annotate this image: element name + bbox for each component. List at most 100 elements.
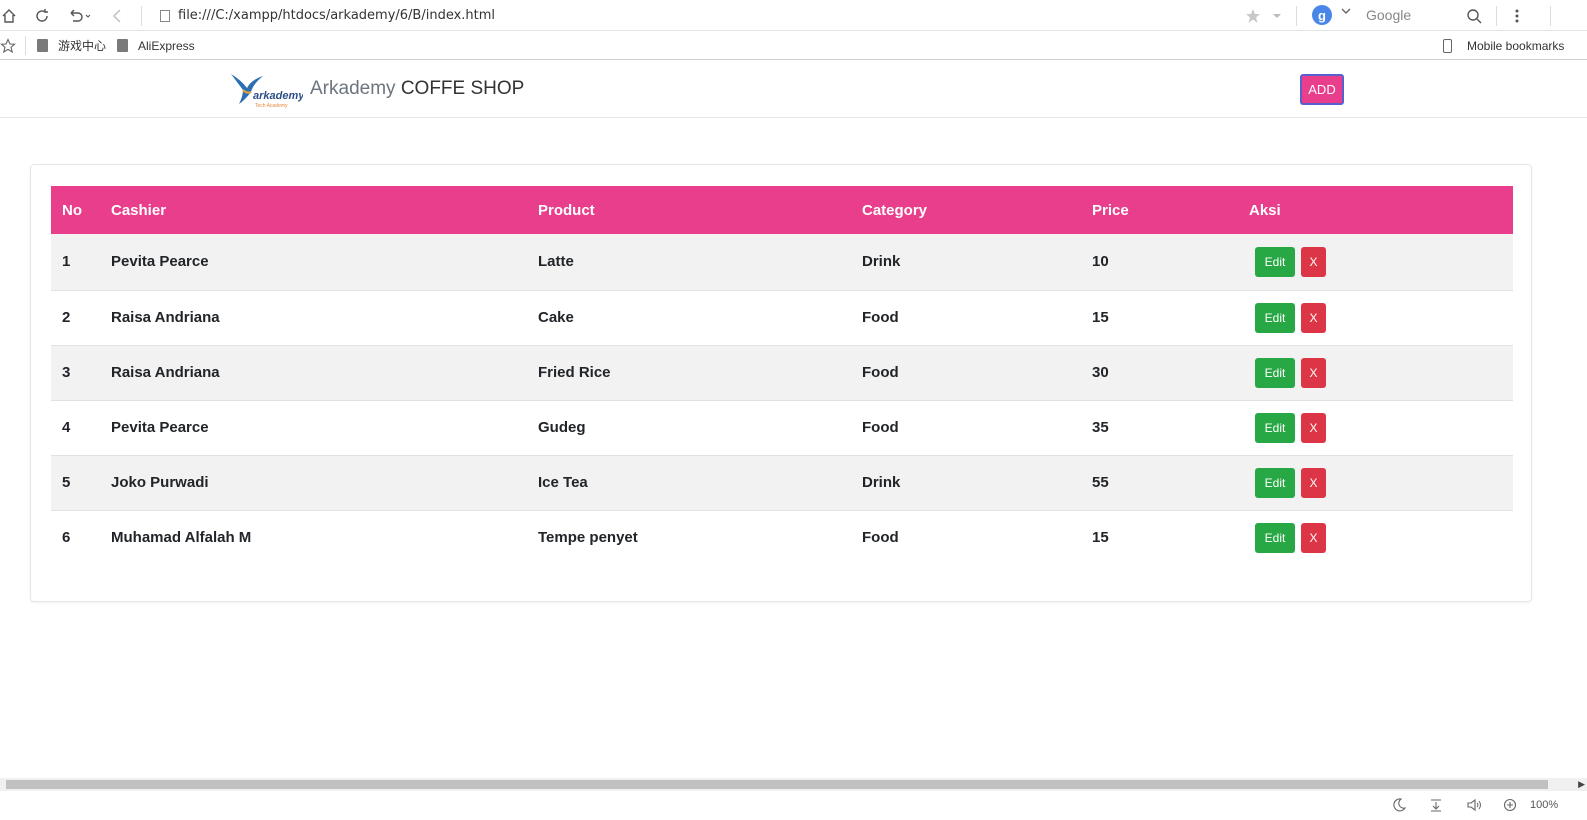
download-icon[interactable]	[1429, 798, 1443, 815]
logo-text: arkademy	[253, 90, 303, 102]
cell-price: 30	[1092, 364, 1109, 381]
cell-no: 5	[62, 474, 71, 491]
edit-button[interactable]: Edit	[1255, 302, 1295, 333]
reload-icon[interactable]	[32, 0, 52, 31]
search-engine-icon[interactable]: g	[1312, 5, 1332, 25]
cell-actions: Edit X	[1238, 510, 1513, 565]
cell-no: 4	[62, 419, 71, 436]
orders-card: No Cashier Product Category Price Aksi 1…	[30, 164, 1532, 602]
mobile-bookmarks[interactable]: Mobile bookmarks	[1443, 31, 1564, 60]
cell-price: 35	[1092, 419, 1109, 436]
page-icon	[117, 39, 128, 52]
cell-cashier: Muhamad Alfalah M	[111, 529, 252, 547]
edit-button[interactable]: Edit	[1255, 522, 1295, 553]
table-row: 6 Muhamad Alfalah M Tempe penyet Food 15…	[51, 510, 1513, 565]
night-mode-icon[interactable]	[1392, 798, 1407, 815]
zoom-level[interactable]: 100%	[1530, 799, 1558, 811]
file-icon	[160, 9, 170, 22]
bookmark-item[interactable]: 游戏中心	[37, 31, 106, 60]
cell-price: 10	[1092, 253, 1109, 271]
edit-button[interactable]: Edit	[1255, 357, 1295, 388]
toolbar-divider	[1550, 6, 1551, 26]
cell-category: Food	[862, 529, 899, 547]
bookmark-item[interactable]: AliExpress	[117, 31, 195, 60]
delete-button[interactable]: X	[1301, 357, 1326, 388]
cell-no: 3	[62, 364, 71, 381]
header-aksi: Aksi	[1249, 201, 1281, 219]
table-row: 3 Raisa Andriana Fried Rice Food 30 Edit…	[51, 345, 1513, 400]
cell-no: 1	[62, 253, 71, 271]
mobile-bookmarks-label: Mobile bookmarks	[1467, 38, 1565, 53]
cell-category: Drink	[862, 253, 901, 271]
orders-table: No Cashier Product Category Price Aksi 1…	[51, 186, 1513, 565]
search-icon[interactable]	[1464, 0, 1484, 31]
delete-button[interactable]: X	[1301, 246, 1326, 277]
cell-cashier: Raisa Andriana	[111, 309, 220, 326]
menu-icon[interactable]	[1507, 0, 1527, 31]
back-icon[interactable]	[108, 0, 126, 31]
cell-price: 15	[1092, 309, 1109, 326]
edit-button[interactable]: Edit	[1255, 467, 1295, 498]
edit-button[interactable]: Edit	[1255, 246, 1295, 277]
mobile-icon	[1443, 38, 1452, 53]
search-engine-chevron-icon[interactable]	[1340, 5, 1352, 20]
brand-name: Arkademy	[310, 78, 396, 99]
zoom-icon[interactable]	[1503, 798, 1517, 815]
delete-button[interactable]: X	[1301, 467, 1326, 498]
cell-price: 15	[1092, 529, 1109, 547]
cell-no: 6	[62, 529, 71, 547]
cell-category: Food	[862, 364, 899, 381]
delete-button[interactable]: X	[1301, 412, 1326, 443]
cell-product: Gudeg	[538, 419, 586, 436]
cell-product: Fried Rice	[538, 364, 611, 381]
arkademy-logo[interactable]: arkademy Tech Academy	[229, 70, 305, 110]
bookmark-label: AliExpress	[138, 38, 195, 53]
table-row: 2 Raisa Andriana Cake Food 15 Edit X	[51, 290, 1513, 345]
bookmark-star-icon[interactable]	[1243, 0, 1263, 31]
cell-cashier: Pevita Pearce	[111, 419, 209, 436]
cell-cashier: Pevita Pearce	[111, 253, 209, 271]
bookmark-label: 游戏中心	[58, 39, 107, 53]
cell-actions: Edit X	[1238, 290, 1513, 345]
volume-icon[interactable]	[1466, 798, 1484, 815]
add-button[interactable]: ADD	[1300, 74, 1344, 105]
cell-product: Latte	[538, 253, 574, 271]
edit-button[interactable]: Edit	[1255, 412, 1295, 443]
scrollbar-thumb[interactable]	[6, 780, 1548, 789]
header-category: Category	[862, 201, 928, 219]
horizontal-scrollbar[interactable]: ▶	[0, 778, 1587, 791]
cell-category: Drink	[862, 474, 901, 491]
cell-product: Cake	[538, 309, 574, 326]
search-input[interactable]: Google	[1366, 7, 1411, 23]
table-header-row: No Cashier Product Category Price Aksi	[51, 186, 1513, 234]
logo-subtext: Tech Academy	[255, 103, 288, 109]
cell-product: Tempe penyet	[538, 529, 638, 547]
toolbar-divider	[141, 6, 142, 26]
address-url[interactable]: file:///C:/xampp/htdocs/arkademy/6/B/ind…	[178, 8, 495, 23]
undo-icon[interactable]	[66, 0, 94, 31]
header-cashier: Cashier	[111, 201, 167, 219]
cell-category: Food	[862, 419, 899, 436]
address-bar[interactable]: file:///C:/xampp/htdocs/arkademy/6/B/ind…	[148, 0, 1293, 31]
browser-toolbar: file:///C:/xampp/htdocs/arkademy/6/B/ind…	[0, 0, 1587, 31]
cell-category: Food	[862, 309, 899, 326]
home-icon[interactable]	[0, 0, 18, 31]
table-row: 5 Joko Purwadi Ice Tea Drink 55 Edit X	[51, 455, 1513, 510]
bookmarks-bar: 游戏中心 AliExpress Mobile bookmarks	[0, 31, 1587, 60]
delete-button[interactable]: X	[1301, 522, 1326, 553]
cell-cashier: Raisa Andriana	[111, 364, 220, 381]
cell-actions: Edit X	[1238, 455, 1513, 510]
toolbar-divider	[1296, 6, 1297, 26]
page-icon	[37, 39, 48, 52]
chevron-down-icon[interactable]	[1270, 0, 1284, 31]
cell-price: 55	[1092, 474, 1109, 491]
cell-product: Ice Tea	[538, 474, 588, 491]
header-product: Product	[538, 201, 595, 219]
scroll-right-arrow-icon[interactable]: ▶	[1578, 779, 1585, 790]
cell-no: 2	[62, 309, 71, 326]
delete-button[interactable]: X	[1301, 302, 1326, 333]
bookmark-star-outline-icon[interactable]	[0, 31, 16, 60]
cell-cashier: Joko Purwadi	[111, 474, 209, 491]
brand-title[interactable]: Arkademy COFFE SHOP	[310, 78, 524, 100]
cell-actions: Edit X	[1238, 345, 1513, 400]
